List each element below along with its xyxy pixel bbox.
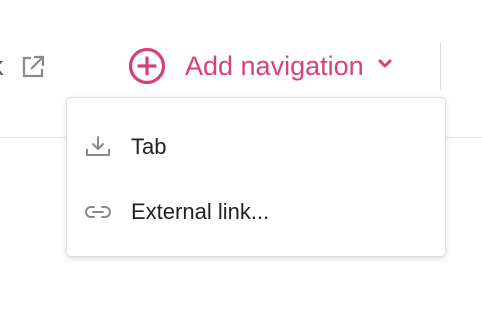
external-link-partial[interactable]: k: [0, 48, 60, 84]
menu-item-label: External link...: [131, 199, 270, 224]
menu-item-tab[interactable]: Tab: [67, 122, 445, 172]
add-navigation-button[interactable]: Add navigation: [128, 46, 392, 86]
menu-item-label: Tab: [131, 134, 167, 159]
tab-download-icon: [86, 136, 110, 156]
link-icon: [85, 206, 111, 218]
external-link-icon: [22, 55, 45, 78]
plus-circle-icon: [128, 47, 166, 85]
chevron-down-icon: [378, 59, 392, 68]
menu-item-external-link[interactable]: External link...: [67, 187, 445, 237]
add-navigation-menu: Tab External link...: [66, 97, 446, 257]
page: k Add navigation Tab: [0, 0, 482, 310]
partial-link-text: k: [0, 51, 4, 81]
toolbar-separator: [440, 42, 441, 90]
add-navigation-label: Add navigation: [185, 51, 364, 81]
